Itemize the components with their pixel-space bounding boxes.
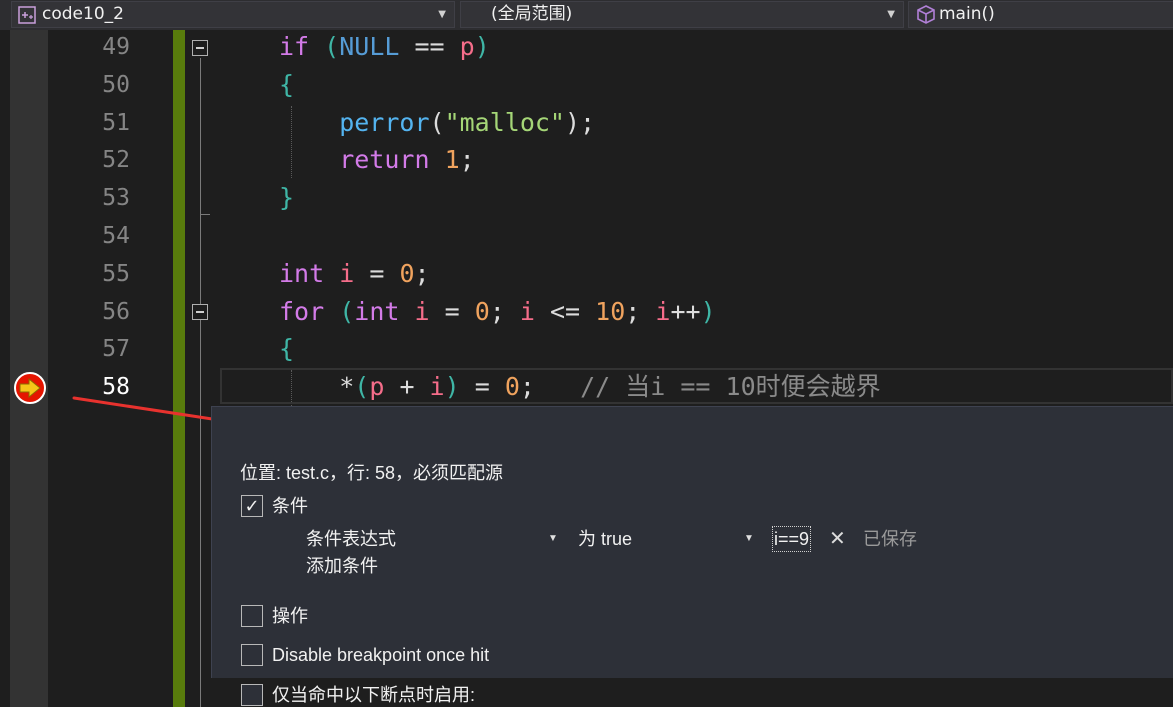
- condition-type-select[interactable]: 条件表达式: [306, 527, 396, 551]
- chevron-down-icon[interactable]: ▼: [744, 527, 754, 551]
- dependent-breakpoint-checkbox[interactable]: [241, 684, 263, 706]
- conditions-label: 条件: [272, 496, 308, 516]
- condition-expression-input[interactable]: i==9: [772, 526, 812, 552]
- chevron-down-icon[interactable]: ▼: [548, 527, 558, 551]
- breakpoint-settings-panel: 位置: test.c，行: 58，必须匹配源 ✓ 条件 条件表达式 ▼ 为 tr…: [211, 406, 1173, 706]
- breakpoint-location: 位置: test.c，行: 58，必须匹配源: [240, 463, 504, 483]
- disable-once-hit-checkbox[interactable]: [241, 644, 263, 666]
- dependent-breakpoint-label: 仅当命中以下断点时启用:: [272, 685, 475, 705]
- actions-checkbox[interactable]: [241, 605, 263, 627]
- close-icon[interactable]: ✕: [829, 527, 846, 551]
- add-condition-link[interactable]: 添加条件: [306, 554, 378, 578]
- condition-mode-select[interactable]: 为 true: [578, 527, 632, 551]
- disable-once-hit-label: Disable breakpoint once hit: [272, 645, 490, 665]
- saved-status: 已保存: [863, 529, 917, 549]
- actions-label: 操作: [272, 606, 308, 626]
- conditions-checkbox[interactable]: ✓: [241, 495, 263, 517]
